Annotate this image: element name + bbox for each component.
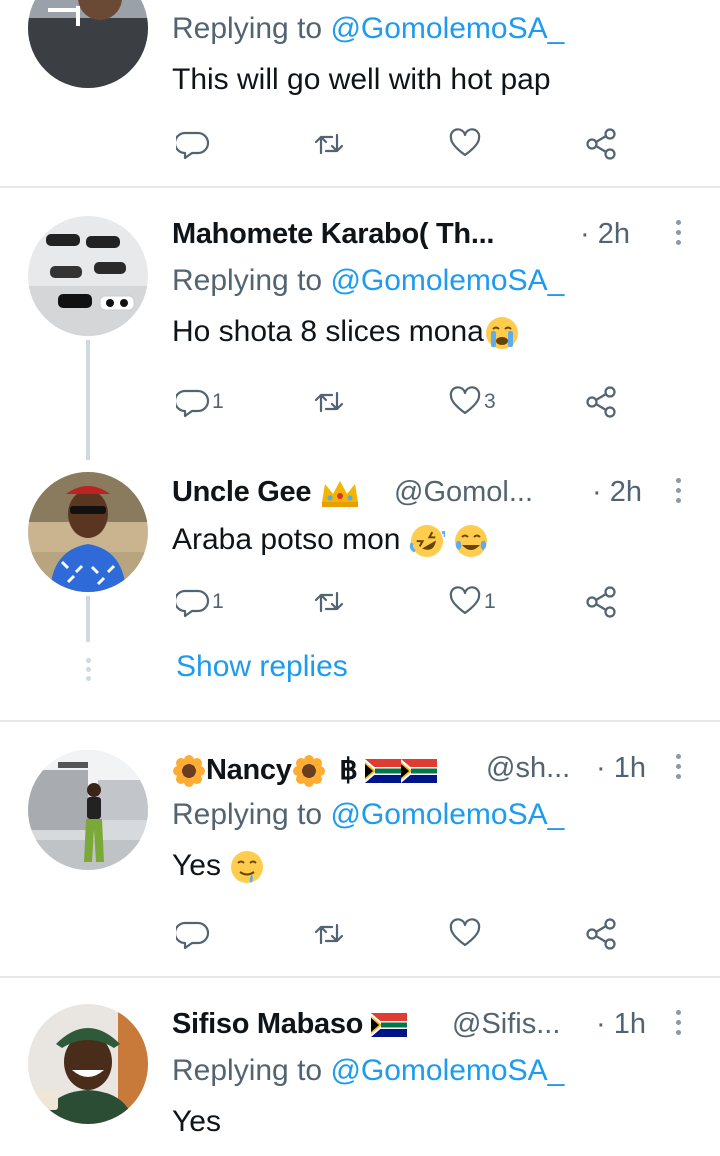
more-icon[interactable] [676, 220, 682, 250]
display-name[interactable]: Nancy ฿ [172, 752, 438, 788]
tweet-text: Yes [172, 842, 700, 892]
timestamp[interactable]: · 1h [596, 752, 646, 785]
avatar[interactable] [28, 472, 148, 592]
share-button[interactable] [584, 582, 618, 622]
reply-icon [176, 589, 210, 618]
like-button[interactable] [448, 124, 482, 164]
avatar[interactable] [28, 1004, 148, 1124]
drooling-face-icon [231, 851, 264, 884]
share-button[interactable] [584, 124, 618, 164]
replying-handle-link[interactable]: @GomolemoSA_ [330, 1054, 564, 1087]
like-icon [449, 386, 481, 415]
retweet-icon [314, 923, 344, 945]
tweet-4[interactable]: Nancy ฿ @sh... · 1h Replying to @Gomolem… [0, 722, 720, 976]
replying-label: Replying to [172, 264, 331, 297]
timestamp[interactable]: · 1h [596, 1008, 646, 1041]
show-replies-link[interactable]: Show replies [176, 650, 348, 684]
retweet-icon [314, 591, 344, 613]
replying-label: Replying to [172, 12, 331, 45]
retweet-button[interactable] [312, 914, 346, 954]
retweet-button[interactable] [312, 382, 346, 422]
share-button[interactable] [584, 382, 618, 422]
like-icon [449, 128, 481, 157]
handle[interactable]: @sh... [486, 752, 570, 785]
share-icon [586, 386, 616, 418]
baht-symbol: ฿ [339, 754, 358, 786]
tweet-2[interactable]: Mahomete Karabo( Th... · 2h Replying to … [0, 188, 720, 458]
like-count: 3 [484, 390, 496, 413]
reply-icon [176, 131, 210, 160]
south-africa-flag-icon [365, 759, 402, 784]
tweet-actions [172, 124, 632, 164]
tweet-3[interactable]: Uncle Gee @Gomol... · 2h Araba potso mon… [0, 462, 720, 718]
like-icon [449, 586, 481, 615]
retweet-icon [314, 133, 344, 155]
replying-handle-link[interactable]: @GomolemoSA_ [330, 264, 564, 297]
like-button[interactable]: 3 [448, 382, 496, 422]
replying-handle-link[interactable]: @GomolemoSA_ [330, 798, 564, 831]
like-count: 1 [484, 590, 496, 613]
share-icon [586, 586, 616, 618]
reply-button[interactable] [176, 914, 210, 954]
handle[interactable]: @Sifis... [452, 1008, 560, 1041]
tweet-5[interactable]: Sifiso Mabaso @Sifis... · 1h Replying to… [0, 978, 720, 1156]
tweet-text: Ho shota 8 slices mona [172, 308, 700, 358]
more-icon[interactable] [676, 1010, 682, 1040]
avatar[interactable] [28, 0, 148, 88]
rofl-icon [409, 525, 445, 558]
like-button[interactable] [448, 914, 482, 954]
tweet-text: Araba potso mon [172, 516, 700, 566]
tweet-text: This will go well with hot pap [172, 63, 551, 96]
crying-face-icon [485, 317, 518, 350]
replying-label: Replying to [172, 1054, 331, 1087]
handle[interactable]: @Gomol... [394, 476, 533, 509]
south-africa-flag-icon [370, 1013, 407, 1038]
tears-of-joy-icon [455, 525, 488, 558]
reply-count: 1 [212, 390, 224, 413]
avatar[interactable] [28, 216, 148, 336]
replying-to: Replying to @GomolemoSA_ [172, 258, 700, 308]
share-button[interactable] [584, 914, 618, 954]
share-icon [586, 128, 616, 160]
reply-button[interactable]: 1 [176, 582, 224, 622]
retweet-button[interactable] [312, 582, 346, 622]
replying-to: Replying to @GomolemoSA_ [172, 792, 700, 842]
reply-icon [176, 389, 210, 418]
like-icon [449, 918, 481, 947]
display-name[interactable]: Sifiso Mabaso [172, 1008, 407, 1041]
reply-icon [176, 921, 210, 950]
retweet-icon [314, 391, 344, 413]
timestamp[interactable]: · 2h [592, 476, 642, 509]
tweet-1[interactable]: Replying to @GomolemoSA_ This will go we… [0, 0, 720, 186]
tweet-actions: 1 3 [172, 382, 632, 422]
tweet-actions [172, 914, 632, 954]
display-name[interactable]: Uncle Gee [172, 476, 361, 509]
crown-icon [321, 481, 358, 508]
share-icon [586, 918, 616, 950]
reply-count: 1 [212, 590, 224, 613]
reply-button[interactable]: 1 [176, 382, 224, 422]
south-africa-flag-icon [401, 759, 438, 784]
sunflower-icon [173, 755, 205, 788]
more-icon[interactable] [676, 754, 682, 784]
replying-label: Replying to [172, 798, 331, 831]
tweet-text: Yes [172, 1105, 221, 1138]
avatar[interactable] [28, 750, 148, 870]
display-name[interactable]: Mahomete Karabo( Th... [172, 218, 494, 251]
replying-to: Replying to @GomolemoSA_ [172, 1048, 700, 1098]
replying-to: Replying to @GomolemoSA_ [172, 6, 700, 56]
replying-handle-link[interactable]: @GomolemoSA_ [330, 12, 564, 45]
like-button[interactable]: 1 [448, 582, 496, 622]
tweet-actions: 1 1 [172, 582, 632, 622]
sunflower-icon [292, 755, 325, 788]
more-icon[interactable] [676, 478, 682, 508]
retweet-button[interactable] [312, 124, 346, 164]
timestamp[interactable]: · 2h [580, 218, 630, 251]
reply-button[interactable] [176, 124, 210, 164]
